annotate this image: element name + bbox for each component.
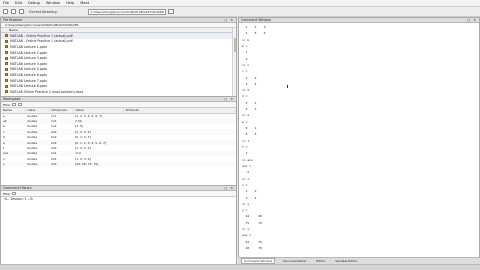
command-output-line: 1 (242, 151, 248, 156)
panel-controls-icon[interactable]: □ × (467, 18, 479, 22)
command-output-line: c = (242, 69, 248, 74)
file-icon (5, 56, 8, 60)
file-icon (5, 73, 8, 77)
new-file-icon[interactable] (3, 9, 8, 14)
file-icon (5, 39, 8, 43)
file-icon (5, 62, 8, 66)
file-list: MATLAB - Online Practice 1 (actual).pdf … (1, 33, 236, 95)
command-output-line: x = (242, 182, 248, 187)
command-output-line: f = (242, 145, 248, 149)
command-history-title: Command History (3, 186, 32, 190)
workspace-filter-label: Filter (3, 102, 11, 107)
open-file-icon[interactable] (11, 9, 16, 14)
menu-debug[interactable]: Debug (28, 1, 40, 5)
panel-controls-icon[interactable]: □ × (224, 186, 236, 190)
command-output-line: >> y (242, 201, 250, 206)
workspace-title: Workspace (3, 97, 21, 101)
panel-controls-icon[interactable]: □ × (224, 97, 236, 101)
file-icon (5, 34, 8, 38)
menu-window[interactable]: Window (46, 1, 60, 5)
command-output-line: -5 (242, 170, 250, 175)
file-icon (5, 51, 8, 55)
file-icon (5, 79, 8, 83)
tab-documentation[interactable]: Documentation (281, 259, 308, 263)
command-output-line: 75 79 (242, 220, 262, 225)
bottom-tab-bar: Command Window Documentation Editor Vari… (238, 257, 480, 264)
command-output-line: 1 2 (242, 75, 257, 80)
menu-bar: File Edit Debug Window Help Meet (0, 0, 480, 7)
command-output-line: 3 4 (242, 81, 257, 86)
command-output-line: >> b (242, 37, 250, 42)
menu-meet[interactable]: Meet (80, 1, 89, 5)
command-output-line: e = (242, 119, 248, 124)
command-output-line: >> d (242, 88, 250, 93)
scrollbar-thumb[interactable] (233, 38, 236, 52)
tab-editor[interactable]: Editor (314, 259, 327, 263)
browse-folder-button[interactable]: … (167, 9, 174, 14)
command-output-line: ans = (242, 233, 252, 238)
command-output-line: 44 75 (242, 239, 262, 244)
file-icon (5, 84, 8, 88)
panel-controls-icon[interactable]: □ × (224, 18, 236, 22)
toolbar: Current Directory: C:\Users\Sang\Documen… (0, 7, 480, 17)
tab-variable-editor[interactable]: Variable Editor (333, 259, 359, 263)
command-output-line: >> c (242, 62, 250, 67)
command-output-line: 2 3 (242, 107, 257, 112)
command-output-line: 28 79 (242, 246, 262, 251)
command-output-line: 1 2 (242, 189, 257, 194)
command-output-line: d = (242, 94, 248, 99)
command-output-line: y = (242, 208, 248, 213)
filter-icon[interactable] (12, 102, 17, 107)
command-history-panel: Command History □ × Filter %-- Session: … (0, 185, 237, 265)
file-icon (5, 67, 8, 71)
history-entry[interactable]: %-- Session: 1 --% (1, 197, 236, 202)
menu-help[interactable]: Help (66, 1, 74, 5)
command-output-line: >> y' (242, 227, 252, 232)
file-browser-title: File Browser (3, 18, 23, 22)
command-output-line: >> x (242, 176, 250, 181)
command-output-line: b = (242, 43, 248, 48)
command-window-panel: Command Window □ × 1 2 3 4 5 6 >> bb = 1 … (238, 17, 480, 264)
command-output-line: 44 28 (242, 214, 262, 219)
command-output-line: 0 1 (242, 126, 257, 131)
command-window-output[interactable]: 1 2 3 4 5 6 >> bb = 1 2 >> cc = 1 2 3 4 >> … (239, 23, 479, 263)
text-cursor (287, 85, 289, 88)
current-folder-label: Current Directory: (29, 9, 58, 14)
save-icon[interactable] (19, 9, 24, 14)
workspace-table: Name Class Dimension Value Attribute a do… (1, 108, 236, 167)
file-icon (5, 90, 8, 94)
menu-edit[interactable]: Edit (15, 1, 22, 5)
status-bar (0, 264, 480, 270)
command-output-line: >> f (242, 138, 250, 143)
current-folder-input[interactable]: C:\Users\Sang\Documents\MATLAB\2023\SOLV… (87, 8, 166, 15)
delete-icon[interactable] (18, 102, 23, 107)
file-icon (5, 45, 8, 49)
command-output-line: >> e (242, 113, 250, 118)
command-output-line: 4 5 (242, 132, 257, 137)
command-output-line: >> ans (242, 157, 253, 162)
command-output-line: ans = (242, 163, 252, 168)
command-history-filter-label: Filter (3, 191, 11, 196)
command-output-line: 5 1 (242, 100, 257, 105)
filter-icon[interactable] (12, 191, 17, 196)
app-window: File Edit Debug Window Help Meet Current… (0, 0, 480, 270)
file-row[interactable]: MATLAB Online Practice 2 (expl.solution)… (1, 89, 236, 95)
command-window-title: Command Window (241, 18, 271, 22)
file-browser-scrollbar[interactable] (232, 28, 236, 96)
menu-file[interactable]: File (3, 1, 9, 5)
workspace-panel: Workspace □ × Filter Name Class Dimensio… (0, 96, 237, 186)
table-row[interactable]: y double 2x2 [44, 28; 75, 79] (1, 161, 236, 167)
command-output-line: 3 4 (242, 195, 257, 200)
command-output-line: 1 (242, 50, 248, 55)
command-output-line: 4 5 6 (242, 31, 266, 36)
file-browser-panel: File Browser □ × C:\Users\Sang\Documents… (0, 17, 237, 97)
command-output-line: 2 (242, 56, 248, 61)
command-output-line: 1 2 3 (242, 25, 266, 29)
